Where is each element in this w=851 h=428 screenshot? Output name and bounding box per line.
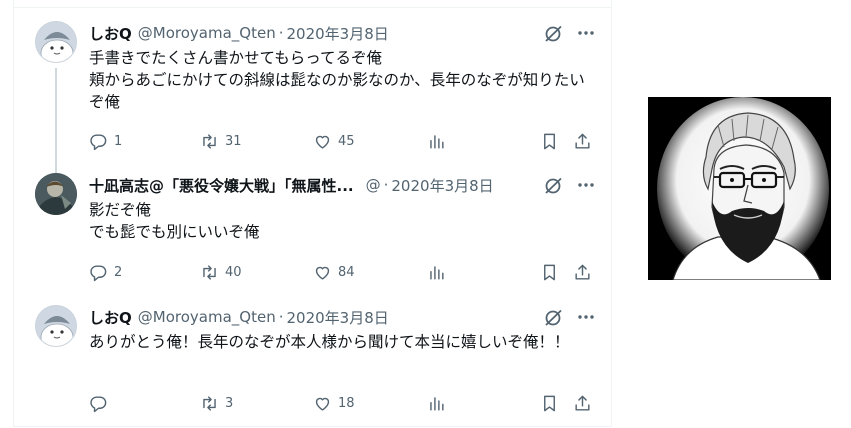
display-name[interactable]: しおQ xyxy=(89,23,132,44)
retweet-button[interactable]: 40 xyxy=(200,261,242,283)
tweet-text: 手書きでたくさん書かせてもらってるぞ俺 頬からあごにかけての斜線は髭なのか影なの… xyxy=(89,49,585,111)
bookmark-button[interactable] xyxy=(540,392,559,414)
share-button[interactable] xyxy=(573,392,592,414)
tweet-date[interactable]: 2020年3月8日 xyxy=(391,175,493,196)
reply-icon xyxy=(90,264,107,281)
like-button[interactable]: 45 xyxy=(313,130,355,152)
share-icon xyxy=(575,133,590,149)
grok-icon[interactable] xyxy=(543,309,565,327)
share-icon xyxy=(575,395,590,411)
views-button[interactable] xyxy=(427,392,446,414)
retweet-button[interactable]: 3 xyxy=(200,392,233,414)
like-icon xyxy=(315,397,330,411)
tweet[interactable]: しおQ @Moroyama_Qten · 2020年3月8日 ありがとう俺！長年… xyxy=(14,302,611,422)
separator: · xyxy=(278,24,284,42)
reply-button[interactable] xyxy=(89,392,114,414)
bearded-man-illustration xyxy=(648,97,831,280)
tweet-date[interactable]: 2020年3月8日 xyxy=(286,307,388,328)
more-icon[interactable] xyxy=(575,307,597,327)
grok-icon[interactable] xyxy=(543,177,565,195)
avatar[interactable] xyxy=(35,173,77,215)
share-button[interactable] xyxy=(573,261,592,283)
views-button[interactable] xyxy=(427,261,446,283)
tweet-actions: 3 18 xyxy=(89,392,609,414)
bookmark-button[interactable] xyxy=(540,130,559,152)
share-icon xyxy=(575,264,590,280)
retweet-button[interactable]: 31 xyxy=(200,130,242,152)
like-count: 84 xyxy=(338,264,355,280)
avatar[interactable] xyxy=(35,21,77,63)
like-icon xyxy=(315,266,330,280)
retweet-count: 40 xyxy=(225,264,242,280)
display-name[interactable]: しおQ xyxy=(89,307,132,328)
tweet-actions: 2 40 84 xyxy=(89,261,609,283)
retweet-count: 31 xyxy=(225,133,242,149)
tweet[interactable]: しおQ @Moroyama_Qten · 2020年3月8日 手書きでたくさん書… xyxy=(14,18,611,190)
reply-count: 1 xyxy=(114,133,123,149)
tweet-text: 影だぞ俺 でも髭でも別にいいぞ俺 xyxy=(89,201,260,241)
like-button[interactable]: 18 xyxy=(313,392,355,414)
retweet-icon xyxy=(203,264,216,280)
user-handle[interactable]: @Moroyama_Qten xyxy=(138,24,276,42)
user-handle[interactable]: @Moroyama_Qten xyxy=(138,308,276,326)
reply-count: 2 xyxy=(114,264,123,280)
separator: · xyxy=(383,176,389,194)
like-button[interactable]: 84 xyxy=(313,261,355,283)
retweet-icon xyxy=(203,395,216,411)
views-icon xyxy=(430,134,444,149)
like-icon xyxy=(315,135,330,149)
tweet-date[interactable]: 2020年3月8日 xyxy=(286,23,388,44)
views-button[interactable] xyxy=(427,130,446,152)
more-icon[interactable] xyxy=(575,175,597,195)
share-button[interactable] xyxy=(573,130,592,152)
bookmark-icon xyxy=(544,133,555,149)
bookmark-icon xyxy=(544,264,555,280)
reply-icon xyxy=(90,133,107,150)
tweet-header: しおQ @Moroyama_Qten · 2020年3月8日 xyxy=(89,23,389,43)
grok-icon[interactable] xyxy=(543,25,565,43)
retweet-icon xyxy=(203,133,216,149)
tweet-header: しおQ @Moroyama_Qten · 2020年3月8日 xyxy=(89,307,389,327)
retweet-count: 3 xyxy=(225,395,234,411)
views-icon xyxy=(430,265,444,280)
tweet-text: ありがとう俺！長年のなぞが本人様から聞けて本当に嬉しいぞ俺！！ xyxy=(89,333,570,351)
display-name[interactable]: 十凪高志@「悪役令嬢大戦」「無属性... xyxy=(89,175,354,196)
bookmark-icon xyxy=(544,395,555,411)
tweet[interactable]: 十凪高志@「悪役令嬢大戦」「無属性... @ · 2020年3月8日 影だぞ俺 … xyxy=(14,170,611,290)
tweet-actions: 1 31 45 xyxy=(89,130,609,152)
tweet-thread: しおQ @Moroyama_Qten · 2020年3月8日 手書きでたくさん書… xyxy=(13,0,612,427)
like-count: 45 xyxy=(338,133,355,149)
divider xyxy=(14,7,611,8)
reply-button[interactable]: 2 xyxy=(89,261,122,283)
more-icon[interactable] xyxy=(575,23,597,43)
reply-button[interactable]: 1 xyxy=(89,130,122,152)
reply-icon xyxy=(90,395,107,412)
bookmark-button[interactable] xyxy=(540,261,559,283)
separator: · xyxy=(278,308,284,326)
views-icon xyxy=(430,396,444,411)
user-handle[interactable]: @ xyxy=(366,176,381,194)
like-count: 18 xyxy=(338,395,355,411)
avatar[interactable] xyxy=(35,305,77,347)
tweet-header: 十凪高志@「悪役令嬢大戦」「無属性... @ · 2020年3月8日 xyxy=(89,175,494,195)
